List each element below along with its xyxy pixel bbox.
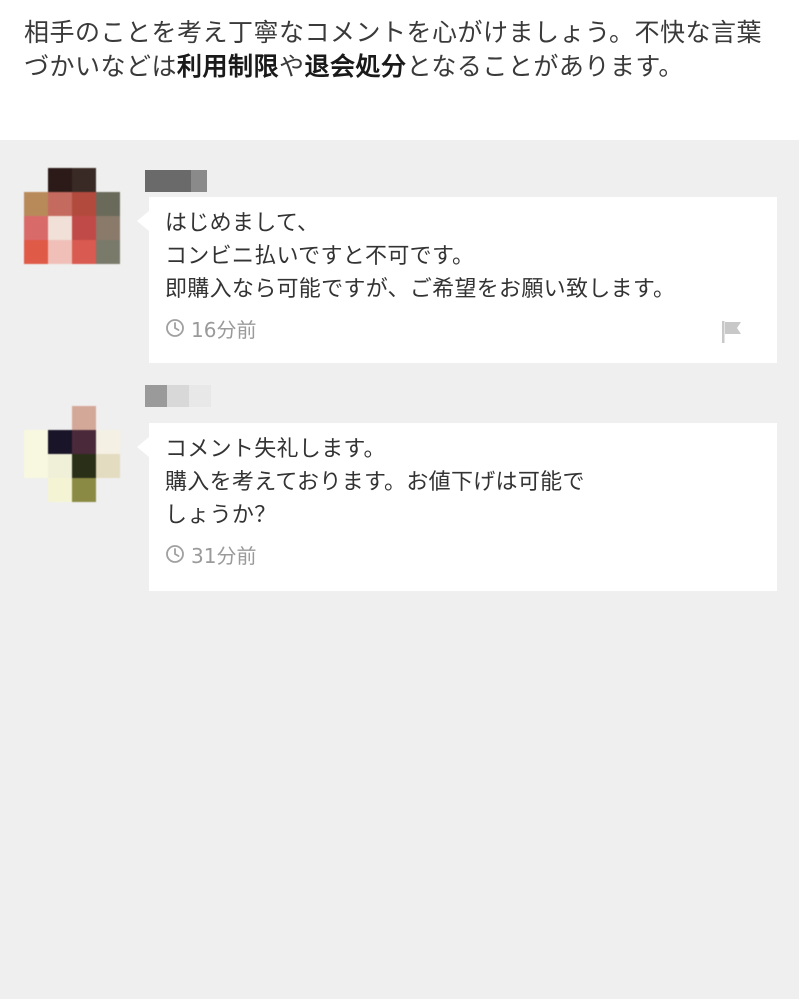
comment-thread: はじめまして、 コンビニ払いですと不可です。 即購入なら可能ですが、ご希望をお願… [0, 140, 799, 999]
avatar-pixel [24, 216, 48, 240]
avatar-pixel [24, 192, 48, 216]
notice-bold-usage-restriction: 利用制限 [177, 52, 280, 81]
comment-timestamp: 31分前 [191, 543, 257, 568]
avatar-pixel [72, 216, 96, 240]
avatar-pixel [48, 430, 72, 454]
avatar-pixel [48, 168, 72, 192]
username-pixel [189, 385, 211, 407]
notice-text: となることがあります。 [406, 52, 684, 81]
avatar-pixel [96, 430, 120, 454]
notice-text: や [279, 52, 305, 81]
avatar-pixel [48, 240, 72, 264]
avatar-pixel [24, 406, 48, 430]
username-pixel [145, 385, 167, 407]
comment-meta: 16分前 [165, 314, 761, 342]
username-pixel [191, 170, 207, 192]
avatar-pixel [96, 454, 120, 478]
avatar-pixel [96, 168, 120, 192]
comment-text: はじめまして、 コンビニ払いですと不可です。 即購入なら可能ですが、ご希望をお願… [165, 211, 676, 302]
comment-bubble: コメント失礼します。 購入を考えております。お値下げは可能で しょうか？ 31分… [137, 423, 777, 591]
avatar-pixel [96, 406, 120, 430]
avatar-pixel [72, 192, 96, 216]
avatar-pixel [48, 478, 72, 502]
avatar-pixel [96, 240, 120, 264]
flag-icon[interactable] [719, 319, 745, 345]
avatar-pixel [72, 454, 96, 478]
clock-icon [166, 319, 184, 337]
avatar-pixel [72, 478, 96, 502]
username-pixel [145, 170, 191, 192]
avatar[interactable] [24, 168, 120, 264]
community-guidelines-notice: 相手のことを考え丁寧なコメントを心がけましょう。不快な言葉づかいなどは利用制限や… [0, 0, 799, 140]
avatar-pixel [48, 454, 72, 478]
comment-bubble: はじめまして、 コンビニ払いですと不可です。 即購入なら可能ですが、ご希望をお願… [137, 197, 777, 363]
avatar-pixel [24, 454, 48, 478]
avatar-pixel [24, 478, 48, 502]
username-blurred[interactable] [145, 385, 211, 407]
avatar-pixel [24, 430, 48, 454]
avatar-pixel [96, 192, 120, 216]
avatar-pixel [72, 406, 96, 430]
comment-meta: 31分前 [165, 540, 761, 568]
clock-icon [166, 545, 184, 563]
comment-timestamp: 16分前 [191, 317, 257, 342]
username-blurred[interactable] [145, 170, 219, 192]
avatar-pixel [96, 216, 120, 240]
avatar[interactable] [24, 406, 120, 502]
avatar-pixel [24, 168, 48, 192]
avatar-pixel [72, 240, 96, 264]
avatar-pixel [48, 192, 72, 216]
comment-text: コメント失礼します。 購入を考えております。お値下げは可能で しょうか？ [165, 437, 585, 528]
avatar-pixel [48, 406, 72, 430]
username-pixel [207, 170, 219, 192]
avatar-pixel [96, 478, 120, 502]
avatar-pixel [72, 168, 96, 192]
avatar-pixel [72, 430, 96, 454]
notice-bold-account-removal: 退会処分 [304, 52, 407, 81]
avatar-pixel [48, 216, 72, 240]
avatar-pixel [24, 240, 48, 264]
username-pixel [167, 385, 189, 407]
